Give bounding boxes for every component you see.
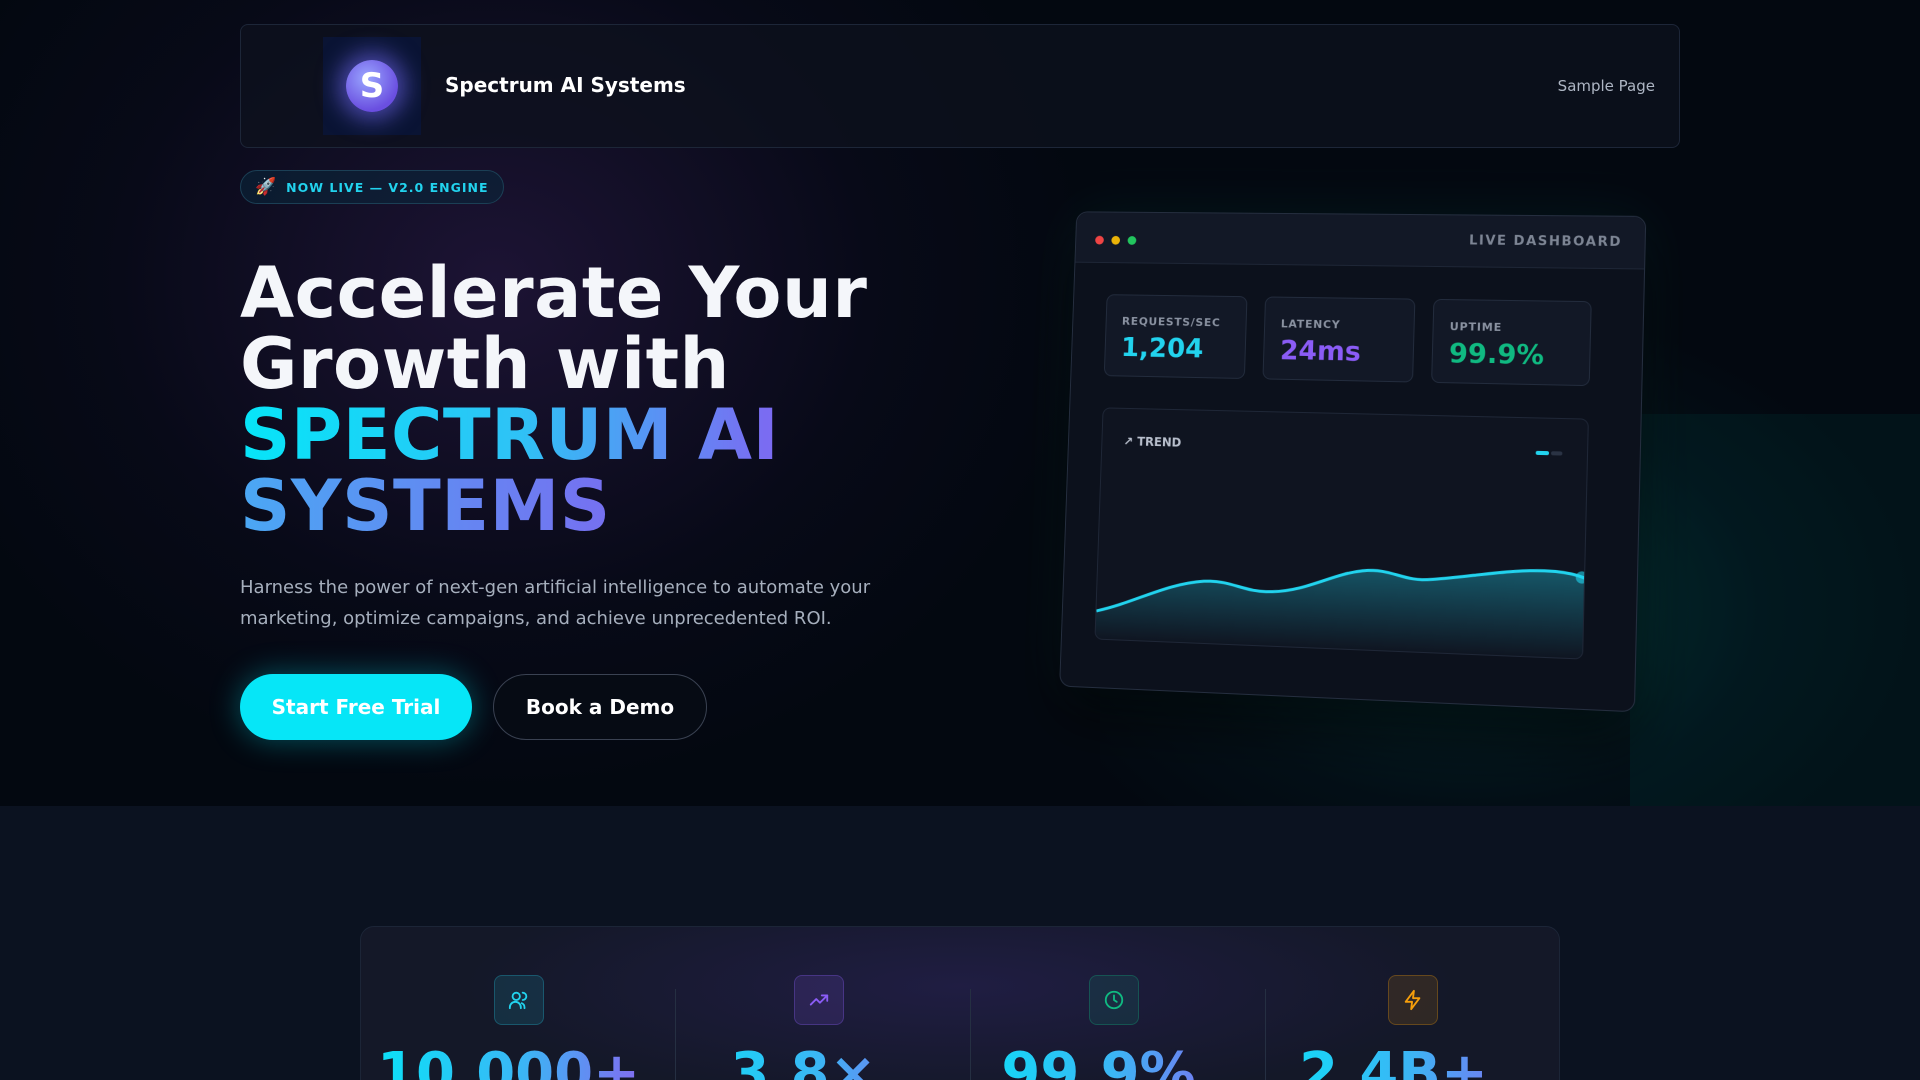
rocket-icon: 🚀 [255,177,277,197]
window-dot-yellow [1111,235,1121,245]
window-dot-red [1095,235,1104,245]
badge-text: NOW LIVE — V2.0 ENGINE [286,179,489,195]
metric-card-uptime: UPTIME 99.9% [1431,298,1592,387]
background-teal-panel [1630,414,1920,806]
stat-uptime: 99.9% [951,927,1246,1080]
stat-value: 10,000+ [361,1041,656,1080]
window-dot-green [1127,236,1137,245]
metric-card-latency: LATENCY 24ms [1262,296,1416,383]
status-badge: 🚀 NOW LIVE — V2.0 ENGINE [240,170,504,204]
metric-label: REQUESTS/SEC [1121,314,1221,330]
metric-value: 99.9% [1448,338,1545,372]
book-demo-button[interactable]: Book a Demo [493,674,707,740]
metric-label: LATENCY [1280,317,1341,332]
dashboard-title: LIVE DASHBOARD [1468,233,1623,251]
live-dashboard-card: LIVE DASHBOARD REQUESTS/SEC 1,204 LATENC… [1059,211,1647,713]
metric-label: UPTIME [1449,320,1503,335]
stats-panel: 10,000+ 3.8× 99.9% 2.4B+ [360,926,1560,1080]
metric-value: 24ms [1279,335,1362,368]
headline-line-1: Accelerate Your [240,252,868,334]
headline-accent-2: SYSTEMS [240,471,940,542]
hero-headline: Accelerate Your Growth with SPECTRUM AI … [240,258,940,542]
headline-line-2: Growth with [240,323,730,405]
logo-letter: S [359,66,385,106]
nav-link-sample-page[interactable]: Sample Page [1558,77,1655,95]
logo-icon: S [346,60,398,112]
logo[interactable]: S [323,37,421,135]
stat-growth: 3.8× [656,927,951,1080]
metric-card-requests: REQUESTS/SEC 1,204 [1103,294,1248,380]
trend-chart-card: ↗ TREND [1094,407,1589,660]
headline-accent-1: SPECTRUM AI [240,400,940,471]
trend-label: ↗ TREND [1123,434,1182,450]
stat-value: 99.9% [951,1041,1246,1080]
users-icon [494,975,544,1025]
clock-icon [1089,975,1139,1025]
trending-up-icon [794,975,844,1025]
toggle-segment-active [1535,450,1550,456]
stat-value: 2.4B+ [1246,1041,1541,1080]
toggle-segment-inactive [1551,451,1563,456]
stat-customers: 10,000+ [361,927,656,1080]
dashboard-titlebar: LIVE DASHBOARD [1075,212,1646,270]
trend-toggle[interactable] [1535,450,1563,456]
brand-name[interactable]: Spectrum AI Systems [445,73,686,97]
stat-volume: 2.4B+ [1246,927,1541,1080]
lightning-icon [1388,975,1438,1025]
metric-value: 1,204 [1120,332,1204,365]
hero-subheading: Harness the power of next-gen artificial… [240,577,871,629]
start-free-trial-button[interactable]: Start Free Trial [240,674,472,740]
stat-value: 3.8× [656,1041,951,1080]
navbar: S Spectrum AI Systems Sample Page [240,24,1680,148]
